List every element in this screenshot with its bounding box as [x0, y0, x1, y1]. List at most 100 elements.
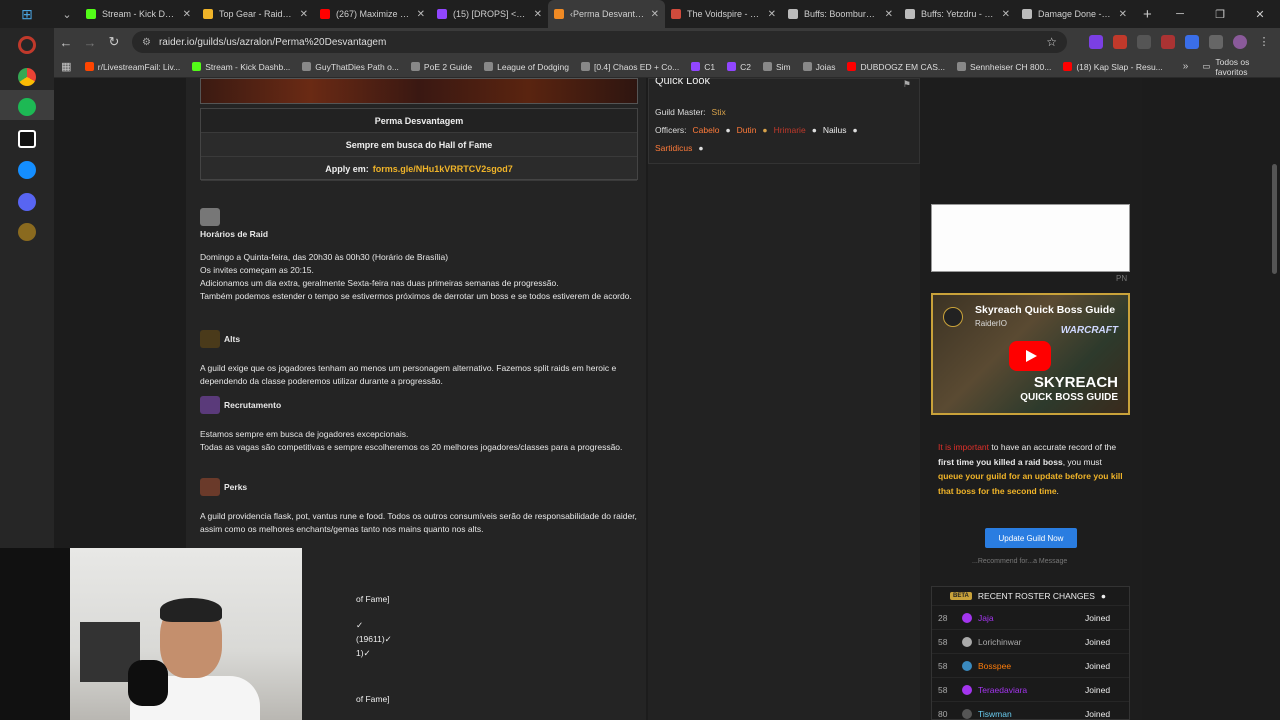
spotify-icon[interactable]	[18, 98, 36, 116]
quick-look-title: Quick Look	[655, 78, 711, 87]
extension-icon[interactable]	[1137, 35, 1151, 49]
video-thumbnail[interactable]: Skyreach Quick Boss Guide RaiderIO WARCR…	[931, 293, 1130, 415]
bookmark-item[interactable]: Sim	[757, 62, 797, 72]
bookmark-item[interactable]: (18) Kap Slap - Resu...	[1057, 62, 1168, 72]
profile-avatar[interactable]	[1233, 35, 1247, 49]
quick-look-panel: Quick Look ⚑ Guild Master: Stix Officers…	[648, 78, 920, 164]
section-title: Perks	[224, 481, 248, 492]
opera-icon[interactable]	[18, 36, 36, 54]
restore-icon[interactable]: ❐	[1200, 8, 1240, 21]
url-input[interactable]: ⚙ raider.io/guilds/us/azralon/Perma%20De…	[132, 31, 1067, 53]
info-icon[interactable]: ●	[1101, 591, 1106, 601]
kick-icon	[192, 62, 202, 71]
roster-row[interactable]: 80 Tiswman Joined	[932, 701, 1129, 720]
kick-app-icon[interactable]	[18, 130, 36, 148]
site-info-icon[interactable]: ⚙	[142, 37, 151, 48]
page-scrollbar[interactable]	[1268, 78, 1280, 720]
battlenet-icon[interactable]	[18, 161, 36, 179]
guild-master-name[interactable]: Stix	[712, 107, 726, 117]
officer-name[interactable]: Sartidicus	[655, 143, 692, 153]
tab-bar: ⊞ ⌄ Stream - Kick Dashb ✕ Top Gear - Raid…	[0, 0, 1280, 28]
bookmark-item[interactable]: r/LivestreamFail: Liv...	[79, 62, 187, 72]
close-icon[interactable]: ✕	[534, 9, 542, 20]
close-window-icon[interactable]: ✕	[1240, 8, 1280, 21]
tab-0[interactable]: Stream - Kick Dashb ✕	[80, 0, 197, 28]
info-icon: ●	[762, 125, 768, 135]
scrollbar-thumb[interactable]	[1272, 164, 1277, 274]
close-icon[interactable]: ✕	[1002, 9, 1010, 20]
bookmark-item[interactable]: Sennheiser CH 800...	[951, 62, 1057, 72]
folder-icon: ▭	[1202, 61, 1211, 71]
windows-icon[interactable]: ⊞	[0, 0, 54, 28]
guild-info-box: Perma Desvantagem Sempre em busca do Hal…	[200, 108, 638, 181]
small-link[interactable]: ...Recommend for...a Message	[972, 558, 1067, 565]
all-bookmarks-button[interactable]: ▭ Todos os favoritos	[1202, 57, 1280, 77]
officer-name[interactable]: Hrimarie	[774, 125, 806, 135]
close-icon[interactable]: ✕	[885, 9, 893, 20]
new-tab-button[interactable]: +	[1133, 6, 1162, 23]
extension-icon[interactable]	[1113, 35, 1127, 49]
bookmark-item[interactable]: League of Dodging	[478, 62, 575, 72]
roster-row[interactable]: 58 Bosspee Joined	[932, 653, 1129, 677]
recruitment-section: Recrutamento Estamos sempre em busca de …	[200, 396, 638, 454]
officer-name[interactable]: Cabelo	[693, 125, 720, 135]
apps-grid-icon[interactable]: ▦	[54, 60, 79, 73]
puzzle-icon[interactable]	[1209, 35, 1223, 49]
reload-icon[interactable]: ↻	[102, 34, 126, 50]
page-icon	[763, 62, 772, 71]
extension-icon[interactable]	[1161, 35, 1175, 49]
wow-icon[interactable]	[18, 223, 36, 241]
bookmark-item[interactable]: PoE 2 Guide	[405, 62, 478, 72]
back-icon[interactable]: ←	[54, 35, 78, 50]
tab-7[interactable]: Buffs: Yetzdru - Cro ✕	[899, 0, 1016, 28]
roster-row[interactable]: 28 Jaja Joined	[932, 605, 1129, 629]
update-guild-button[interactable]: Update Guild Now	[985, 528, 1077, 548]
tab-4[interactable]: ‹Perma Desvantage ✕	[548, 0, 665, 28]
bookmark-star-icon[interactable]: ☆	[1046, 35, 1057, 49]
bookmark-item[interactable]: [0.4] Chaos ED + Co...	[575, 62, 685, 72]
bookmark-item[interactable]: C1	[685, 62, 721, 72]
bookmark-item[interactable]: Joias	[797, 62, 842, 72]
section-title: Alts	[224, 333, 241, 344]
flag-icon[interactable]: ⚑	[903, 79, 911, 90]
forward-icon[interactable]: →	[78, 35, 102, 50]
bookmark-item[interactable]: C2	[721, 62, 757, 72]
close-icon[interactable]: ✕	[300, 9, 308, 20]
poe-icon	[302, 62, 312, 71]
extension-icon[interactable]	[1089, 35, 1103, 49]
bookmark-item[interactable]: Stream - Kick Dashb...	[186, 62, 296, 72]
tab-search-icon[interactable]: ⌄	[54, 8, 80, 21]
tab-8[interactable]: Damage Done - Cr ✕	[1016, 0, 1133, 28]
extension-icon[interactable]	[1185, 35, 1199, 49]
guild-banner-image	[200, 78, 638, 104]
roster-row[interactable]: 58 Lorichinwar Joined	[932, 629, 1129, 653]
close-icon[interactable]: ✕	[651, 9, 659, 20]
roster-row[interactable]: 58 Teraedaviara Joined	[932, 677, 1129, 701]
partial-text: 1)✓	[356, 648, 371, 658]
bookmark-item[interactable]: DUBDOGZ EM CAS...	[841, 62, 951, 72]
play-icon[interactable]	[1009, 341, 1051, 371]
chrome-icon[interactable]	[18, 68, 36, 86]
tab-2[interactable]: (267) Maximize you ✕	[314, 0, 431, 28]
bookmark-item[interactable]: GuyThatDies Path o...	[296, 62, 405, 72]
discord-icon[interactable]	[18, 193, 36, 211]
officer-name[interactable]: Dutin	[737, 125, 757, 135]
more-bookmarks-icon[interactable]: »	[1183, 61, 1189, 72]
officer-name[interactable]: Nailus	[823, 125, 847, 135]
tab-6[interactable]: Buffs: Boomburger ✕	[782, 0, 899, 28]
close-icon[interactable]: ✕	[417, 9, 425, 20]
close-icon[interactable]: ✕	[1119, 9, 1127, 20]
close-icon[interactable]: ✕	[183, 9, 191, 20]
ad-banner[interactable]	[931, 204, 1130, 272]
roster-header: BETA RECENT ROSTER CHANGES ●	[932, 587, 1129, 605]
tab-1[interactable]: Top Gear - Raidbots ✕	[197, 0, 314, 28]
apply-link[interactable]: forms.gle/NHu1kVRRTCV2sgod7	[373, 164, 513, 174]
tab-3[interactable]: (15) [DROPS] <Echo✕	[431, 0, 548, 28]
video-overlay-subtitle: QUICK BOSS GUIDE	[1020, 392, 1118, 403]
recruit-icon	[200, 396, 220, 414]
tab-5[interactable]: The Voidspire - Qu ✕	[665, 0, 782, 28]
recent-roster-changes: BETA RECENT ROSTER CHANGES ● 28 Jaja Joined …	[931, 586, 1130, 720]
minimize-icon[interactable]: ─	[1160, 8, 1200, 20]
menu-icon[interactable]: ⋮	[1257, 35, 1271, 49]
close-icon[interactable]: ✕	[768, 9, 776, 20]
